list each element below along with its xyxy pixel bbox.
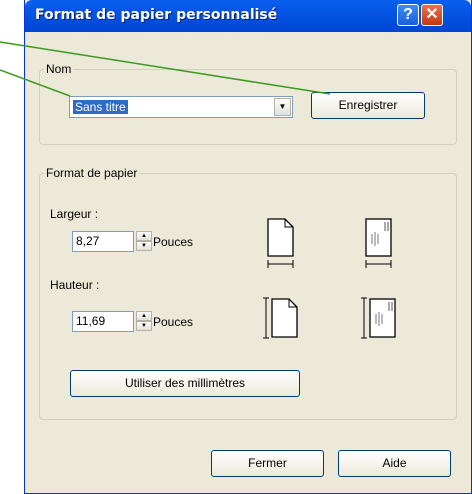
portrait-width-icon [267, 218, 294, 268]
height-field[interactable]: 11,69 [72, 311, 134, 332]
height-spinner[interactable]: ▲ ▼ [136, 311, 152, 332]
dialog-title: Format de papier personnalisé [35, 7, 278, 23]
paper-size-legend: Format de papier [46, 166, 138, 180]
name-combobox-value: Sans titre [73, 100, 128, 114]
spin-up-icon[interactable]: ▲ [136, 311, 152, 321]
help-button[interactable]: Aide [338, 450, 451, 477]
spin-up-icon[interactable]: ▲ [136, 231, 152, 241]
envelope-width-icon [365, 218, 392, 268]
width-spinner[interactable]: ▲ ▼ [136, 231, 152, 252]
title-bar: Format de papier personnalisé ? ✕ [25, 0, 471, 32]
spin-down-icon[interactable]: ▼ [136, 321, 152, 331]
envelope-height-icon [361, 297, 396, 339]
width-unit: Pouces [153, 235, 194, 249]
height-unit: Pouces [153, 315, 194, 329]
portrait-height-icon [263, 297, 298, 339]
custom-paper-dialog: Format de papier personnalisé ? ✕ Nom Sa… [24, 0, 472, 494]
chevron-down-icon[interactable]: ▼ [274, 98, 291, 116]
width-label: Largeur : [50, 207, 99, 221]
save-button[interactable]: Enregistrer [311, 92, 425, 119]
name-group-legend: Nom [46, 62, 72, 76]
help-icon[interactable]: ? [397, 4, 419, 26]
width-field[interactable]: 8,27 [72, 231, 134, 252]
close-icon[interactable]: ✕ [421, 4, 443, 26]
use-millimeters-button[interactable]: Utiliser des millimètres [70, 370, 300, 397]
spin-down-icon[interactable]: ▼ [136, 241, 152, 251]
close-button[interactable]: Fermer [211, 450, 324, 477]
name-combobox[interactable]: Sans titre ▼ [69, 96, 293, 118]
height-label: Hauteur : [50, 278, 100, 292]
